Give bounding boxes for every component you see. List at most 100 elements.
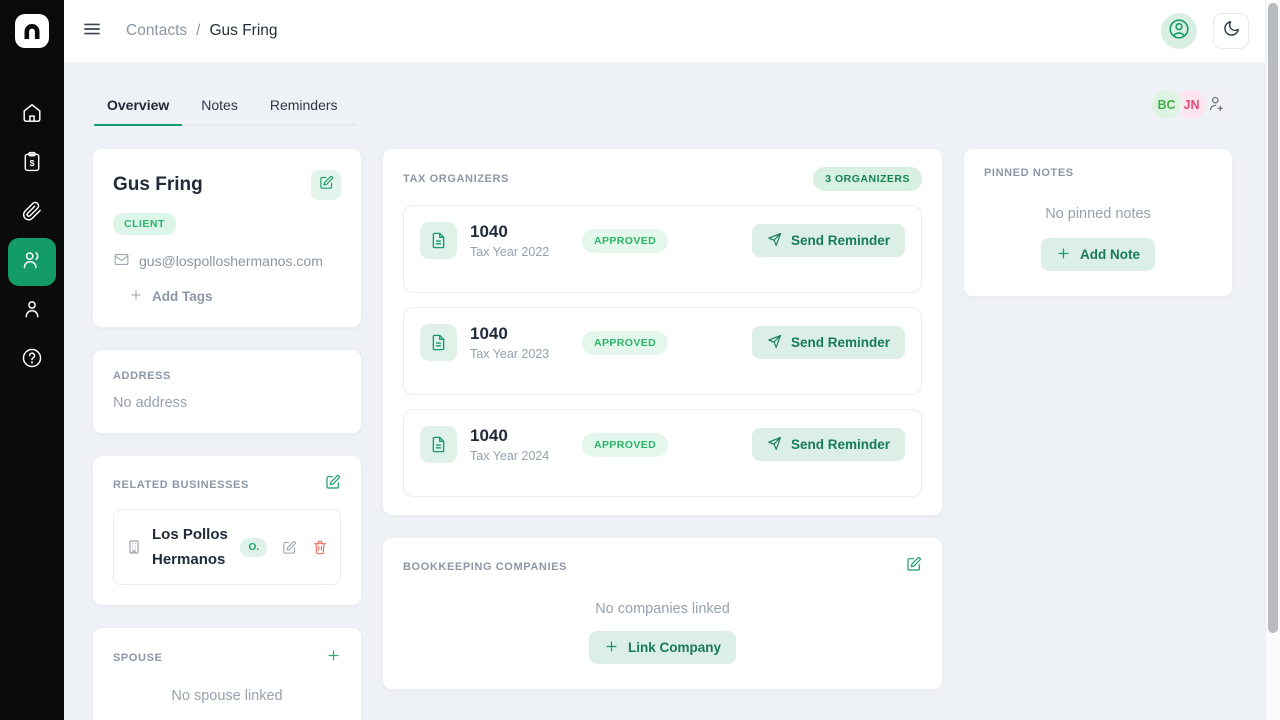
send-reminder-label: Send Reminder (791, 233, 890, 248)
scrollbar-thumb[interactable] (1268, 3, 1278, 633)
breadcrumb-separator: / (196, 22, 200, 40)
send-reminder-button[interactable]: Send Reminder (752, 224, 905, 257)
collaborator-avatars: BC JN (1150, 88, 1233, 121)
app-logo-icon[interactable] (15, 14, 49, 48)
related-business-row: Los Pollos Hermanos O. (113, 509, 341, 585)
mail-icon (113, 251, 130, 271)
breadcrumb-current: Gus Fring (209, 22, 277, 40)
organizer-row[interactable]: 1040 Tax Year 2023 APPROVED Send Reminde… (403, 307, 922, 395)
pinned-notes-title: PINNED NOTES (984, 167, 1212, 179)
organizer-year: Tax Year 2022 (470, 245, 558, 259)
hamburger-icon (82, 19, 102, 44)
address-empty-text: No address (113, 395, 341, 411)
tab-overview[interactable]: Overview (94, 84, 182, 124)
invoice-icon: $ (21, 151, 43, 178)
related-business-name[interactable]: Los Pollos Hermanos (152, 522, 230, 572)
address-card: ADDRESS No address (92, 349, 362, 434)
send-reminder-label: Send Reminder (791, 437, 890, 452)
edit-related-businesses-button[interactable] (325, 474, 341, 495)
edit-pencil-icon (319, 175, 334, 195)
tax-organizers-card: TAX ORGANIZERS 3 ORGANIZERS 1040 Tax Yea… (382, 148, 943, 516)
send-icon (767, 334, 782, 352)
sidebar-item-home[interactable] (8, 91, 56, 139)
edit-contact-button[interactable] (311, 170, 341, 200)
organizer-name: 1040 (470, 222, 558, 242)
contact-name: Gus Fring (113, 174, 203, 196)
spouse-card: SPOUSE No spouse linked (92, 627, 362, 720)
menu-toggle-button[interactable] (77, 16, 107, 46)
edit-pencil-icon (325, 474, 341, 495)
topbar-actions (1161, 13, 1249, 49)
send-reminder-button[interactable]: Send Reminder (752, 428, 905, 461)
user-icon (21, 298, 43, 325)
moon-icon (1222, 19, 1241, 43)
contact-profile-card: Gus Fring CLIENT gus@lospolloshermanos.c… (92, 148, 362, 328)
status-badge: APPROVED (582, 433, 668, 457)
pinned-notes-empty-text: No pinned notes (1045, 206, 1151, 222)
organizer-year: Tax Year 2024 (470, 449, 558, 463)
account-avatar-button[interactable] (1161, 13, 1197, 49)
status-badge: APPROVED (582, 331, 668, 355)
tab-bar: Overview Notes Reminders (94, 84, 357, 126)
link-company-label: Link Company (628, 640, 721, 655)
paperclip-icon (21, 200, 43, 227)
add-note-button[interactable]: Add Note (1041, 238, 1155, 271)
main-content: Overview Notes Reminders BC JN Gus Fring (64, 63, 1265, 720)
delete-business-link-button[interactable] (312, 539, 328, 555)
sidebar-item-invoices[interactable]: $ (8, 140, 56, 188)
bookkeeping-empty-text: No companies linked (595, 601, 730, 617)
dark-mode-toggle[interactable] (1213, 13, 1249, 49)
plus-icon (129, 288, 143, 305)
svg-text:$: $ (30, 158, 35, 168)
building-icon (126, 539, 142, 555)
client-type-badge: CLIENT (113, 213, 176, 235)
plus-icon (604, 639, 619, 657)
help-icon (21, 347, 43, 374)
send-icon (767, 436, 782, 454)
bookkeeping-companies-card: BOOKKEEPING COMPANIES No companies linke… (382, 537, 943, 690)
page-scrollbar[interactable] (1265, 0, 1280, 720)
organizer-name: 1040 (470, 426, 558, 446)
add-note-label: Add Note (1080, 247, 1140, 262)
edit-pencil-icon (906, 556, 922, 577)
spouse-card-title: SPOUSE (113, 652, 162, 664)
user-circle-icon (1167, 17, 1191, 46)
send-icon (767, 232, 782, 250)
avatar-bc[interactable]: BC (1150, 88, 1183, 121)
breadcrumb-contacts-link[interactable]: Contacts (126, 22, 187, 40)
app-sidebar: $ (0, 0, 64, 720)
add-tags-label: Add Tags (152, 289, 213, 304)
sidebar-item-help[interactable] (8, 336, 56, 384)
organizer-row[interactable]: 1040 Tax Year 2022 APPROVED Send Reminde… (403, 205, 922, 293)
send-reminder-button[interactable]: Send Reminder (752, 326, 905, 359)
document-icon (420, 324, 457, 361)
related-businesses-card: RELATED BUSINESSES Los Pollos Hermanos O… (92, 455, 362, 606)
document-icon (420, 426, 457, 463)
sidebar-item-contacts[interactable] (8, 238, 56, 286)
document-icon (420, 222, 457, 259)
organizer-name: 1040 (470, 324, 558, 344)
link-company-button[interactable]: Link Company (589, 631, 736, 664)
top-bar: Contacts / Gus Fring (64, 0, 1265, 63)
plus-icon (1056, 246, 1071, 264)
edit-business-link-button[interactable] (282, 540, 297, 555)
bookkeeping-title: BOOKKEEPING COMPANIES (403, 561, 567, 573)
organizers-count-badge: 3 ORGANIZERS (813, 167, 922, 191)
plus-icon (326, 648, 341, 668)
add-tags-button[interactable]: Add Tags (129, 288, 341, 305)
breadcrumb: Contacts / Gus Fring (126, 22, 278, 40)
sidebar-item-profile[interactable] (8, 287, 56, 335)
sidebar-item-files[interactable] (8, 189, 56, 237)
spouse-empty-text: No spouse linked (113, 688, 341, 704)
tab-notes[interactable]: Notes (188, 84, 251, 124)
add-spouse-button[interactable] (326, 648, 341, 668)
person-plus-icon (1207, 94, 1226, 116)
edit-bookkeeping-button[interactable] (906, 556, 922, 577)
sidebar-nav: $ (8, 91, 56, 384)
organizer-row[interactable]: 1040 Tax Year 2024 APPROVED Send Reminde… (403, 409, 922, 497)
send-reminder-label: Send Reminder (791, 335, 890, 350)
contacts-icon (21, 249, 43, 276)
tab-reminders[interactable]: Reminders (257, 84, 351, 124)
relationship-badge: O. (240, 538, 267, 557)
address-card-title: ADDRESS (113, 370, 341, 382)
